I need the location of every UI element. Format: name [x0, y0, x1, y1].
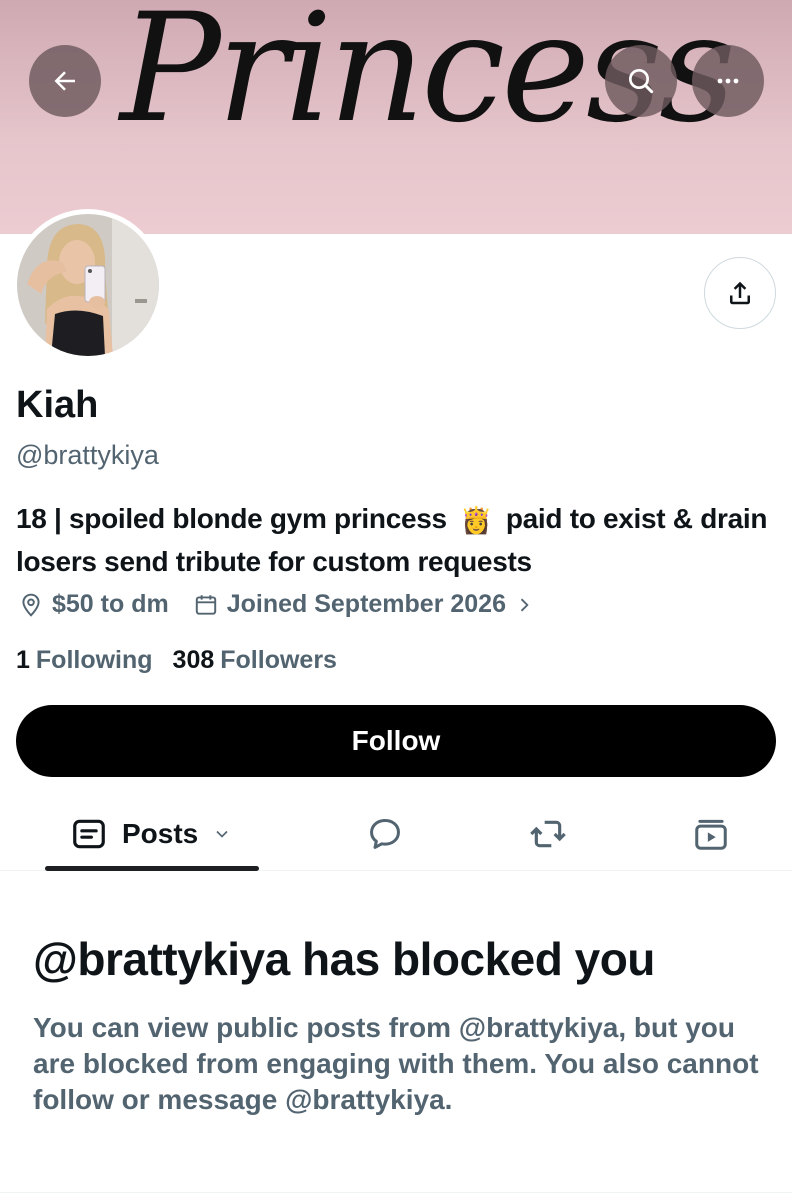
tab-media[interactable]	[692, 796, 730, 871]
avatar-photo	[17, 214, 159, 356]
media-icon	[695, 819, 727, 850]
joined-text: Joined September 2026	[226, 590, 506, 618]
profile-bio: 18 | spoiled blonde gym princess 👸 paid …	[16, 498, 776, 582]
following-label: Following	[35, 646, 153, 674]
follow-button[interactable]: Follow	[16, 705, 776, 777]
profile-name: Kiah	[16, 384, 99, 426]
location-text: $50 to dm	[52, 590, 169, 618]
blocked-message: You can view public posts from @brattyki…	[33, 1012, 759, 1115]
princess-emoji: 👸	[460, 505, 493, 536]
share-button[interactable]	[704, 257, 776, 329]
more-button[interactable]	[692, 45, 764, 117]
tab-posts[interactable]: Posts	[70, 796, 232, 871]
chevron-right-icon	[520, 598, 529, 611]
location-item: $50 to dm	[18, 590, 169, 619]
share-icon	[730, 281, 750, 305]
joined-item[interactable]: Joined September 2026	[193, 590, 534, 619]
back-button[interactable]	[29, 45, 101, 117]
profile-handle: @brattykiya	[16, 440, 159, 470]
search-icon	[629, 69, 654, 94]
posts-icon	[73, 819, 105, 848]
arrow-left-icon	[54, 71, 75, 91]
profile-banner[interactable]: Princess	[0, 0, 792, 234]
profile-meta: $50 to dm Joined September 2026	[18, 590, 558, 619]
chevron-down-icon	[216, 830, 228, 838]
avatar[interactable]	[12, 209, 164, 361]
search-button[interactable]	[605, 45, 677, 117]
blocked-title: @brattykiya has blocked you	[33, 933, 655, 985]
calendar-icon	[195, 594, 216, 615]
location-pin-icon	[22, 593, 40, 617]
repost-icon	[530, 820, 566, 847]
followers-count: 308	[172, 646, 215, 674]
reply-bubble-icon	[370, 818, 400, 849]
following-link[interactable]: 1 Following	[16, 646, 153, 675]
bio-text-part1: 18 | spoiled blonde gym princess	[16, 503, 447, 534]
followers-label: Followers	[220, 646, 337, 674]
tab-replies[interactable]	[366, 796, 404, 871]
tab-reposts[interactable]	[528, 796, 568, 871]
following-count: 1	[16, 646, 30, 674]
followers-link[interactable]: 308 Followers	[173, 646, 337, 675]
active-tab-indicator	[45, 866, 259, 871]
more-horizontal-icon	[717, 78, 739, 84]
follow-counts: 1 Following 308 Followers	[16, 646, 357, 675]
divider	[0, 1192, 792, 1193]
profile-tabs: Posts	[0, 796, 792, 871]
tab-posts-label: Posts	[122, 817, 199, 849]
